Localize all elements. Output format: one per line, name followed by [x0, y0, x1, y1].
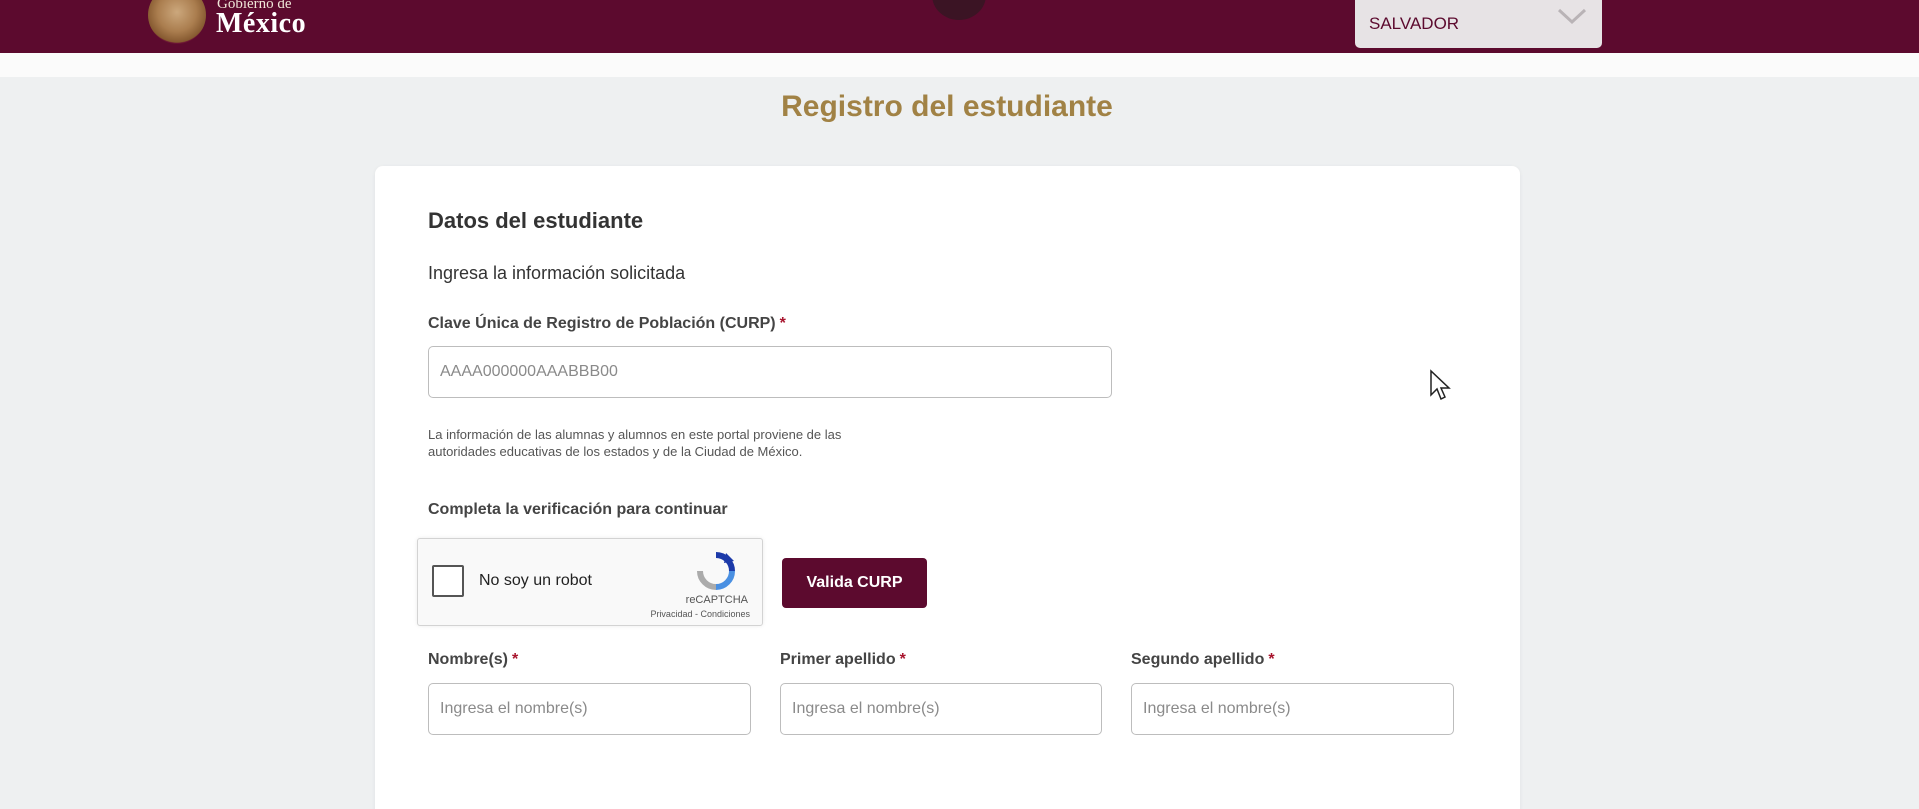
nombre-input[interactable] — [428, 683, 751, 735]
required-mark: * — [899, 651, 906, 668]
segundo-apellido-label-text: Segundo apellido — [1131, 651, 1265, 668]
primer-apellido-label-text: Primer apellido — [780, 651, 896, 668]
required-mark: * — [779, 315, 786, 332]
mouse-cursor-icon — [1430, 369, 1451, 401]
segundo-apellido-input[interactable] — [1131, 683, 1454, 735]
header-spacer — [0, 53, 1919, 77]
section-subtitle: Ingresa la información solicitada — [428, 263, 686, 283]
recaptcha-logo-icon — [697, 552, 735, 590]
recaptcha-brand: reCAPTCHA — [685, 594, 748, 606]
required-mark: * — [1268, 651, 1275, 668]
curp-label: Clave Única de Registro de Población (CU… — [428, 315, 786, 333]
state-selector-value: SALVADOR — [1369, 14, 1460, 33]
recaptcha-links[interactable]: Privacidad - Condiciones — [650, 609, 750, 619]
top-navbar: Gobierno de México SALVADOR — [0, 0, 1919, 53]
nombre-label: Nombre(s) * — [428, 651, 518, 669]
recaptcha-checkbox[interactable] — [432, 565, 464, 597]
validate-curp-button[interactable]: Valida CURP — [782, 558, 927, 608]
required-mark: * — [512, 651, 519, 668]
recaptcha-widget: No soy un robot reCAPTCHA Privacidad - C… — [417, 538, 763, 626]
segundo-apellido-label: Segundo apellido * — [1131, 651, 1275, 669]
section-title: Datos del estudiante — [428, 208, 644, 233]
state-selector[interactable]: SALVADOR — [1355, 0, 1602, 48]
chevron-down-icon — [1557, 8, 1587, 25]
gobierno-de-mexico-logo[interactable]: Gobierno de México — [148, 0, 318, 48]
menu-decoration — [932, 0, 986, 20]
page-title: Registro del estudiante — [781, 90, 1113, 123]
info-note: La información de las alumnas y alumnos … — [428, 427, 842, 459]
primer-apellido-label: Primer apellido * — [780, 651, 906, 669]
logo-line-2: México — [216, 8, 307, 39]
national-seal-icon — [148, 0, 206, 44]
primer-apellido-input[interactable] — [780, 683, 1102, 735]
curp-label-text: Clave Única de Registro de Población (CU… — [428, 315, 776, 332]
verify-label: Completa la verificación para continuar — [428, 501, 728, 518]
curp-input[interactable] — [428, 346, 1112, 398]
recaptcha-text: No soy un robot — [479, 572, 592, 589]
nombre-label-text: Nombre(s) — [428, 651, 509, 668]
